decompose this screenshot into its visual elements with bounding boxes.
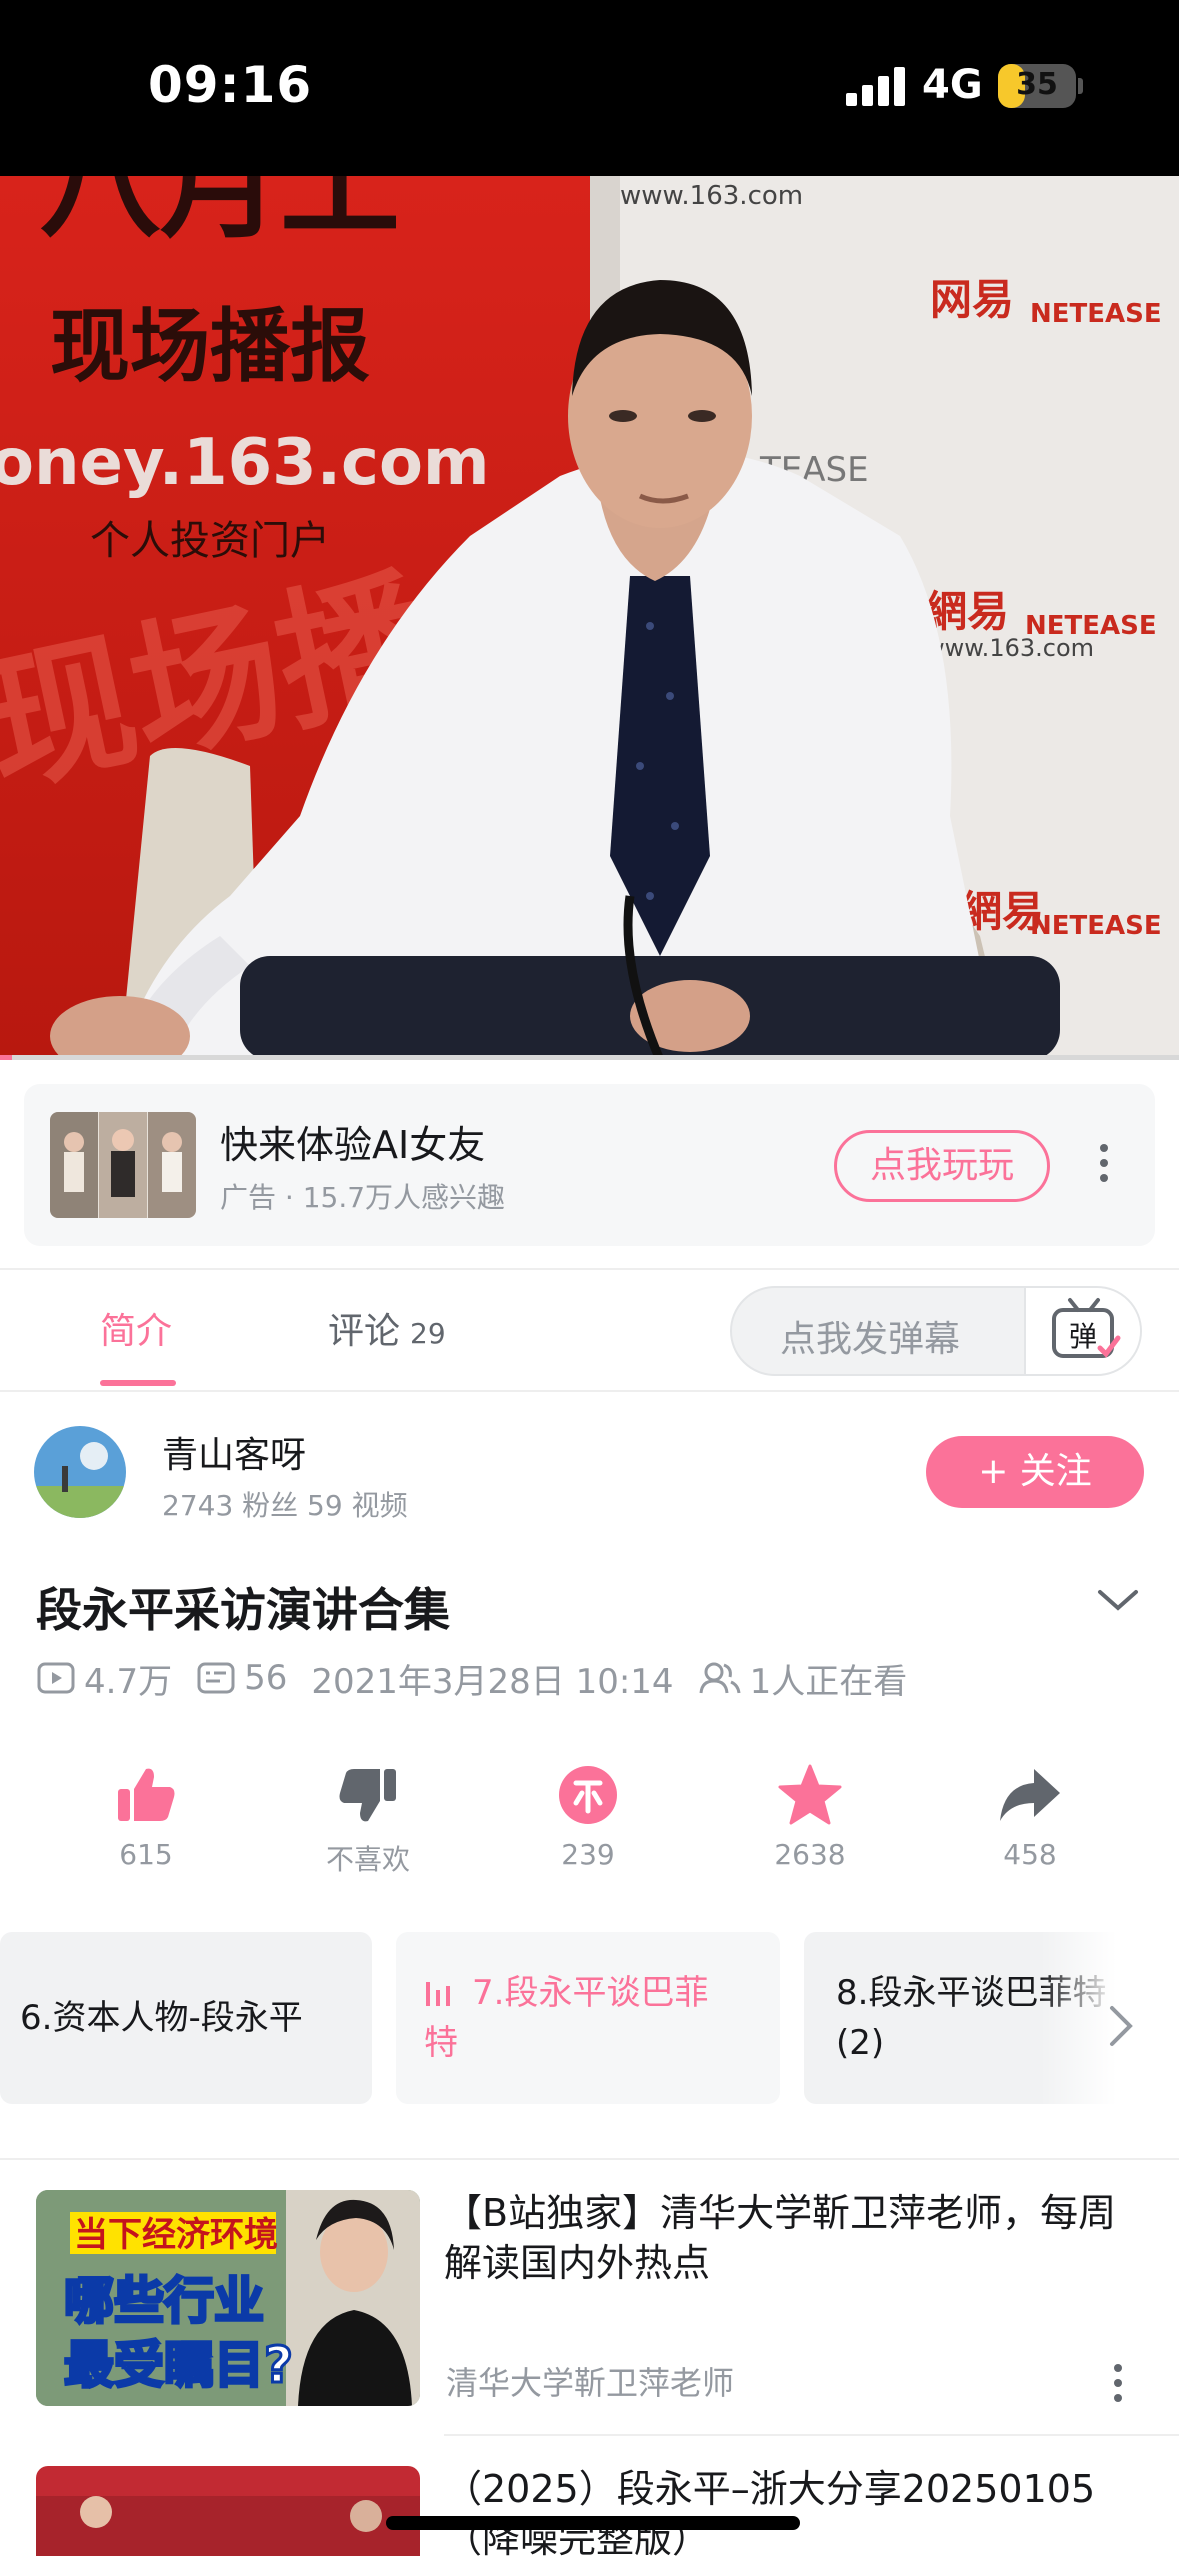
danmaku-toggle-button[interactable]: 弹 [1024, 1288, 1140, 1374]
playing-bars-icon [426, 1982, 450, 2006]
svg-text:網易: 網易 [925, 587, 1009, 636]
share-icon [950, 1760, 1110, 1830]
battery-icon: 35 [998, 64, 1076, 108]
tab-comments-label: 评论 [328, 1311, 401, 1352]
chevron-right-icon[interactable] [1106, 2004, 1136, 2052]
thumb-text: 最受瞩目? [64, 2336, 293, 2394]
view-count: 4.7万 [84, 1661, 173, 1702]
coin-count: 239 [561, 1838, 615, 1871]
episode-label-line2: 特 [424, 2023, 458, 2063]
star-icon [730, 1760, 890, 1830]
thumb-text: 哪些行业 [64, 2272, 264, 2330]
dislike-label: 不喜欢 [325, 1843, 410, 1876]
video-progress-bar[interactable] [0, 1055, 1179, 1060]
logo-url-2: www.163.com [925, 634, 1094, 662]
banner-text: 现场播报 [50, 299, 370, 393]
favorite-count: 2638 [774, 1838, 846, 1871]
logo-url: www.163.com [620, 181, 803, 211]
tab-comments-count: 29 [410, 1317, 446, 1350]
tab-intro-label: 简介 [100, 1311, 173, 1352]
author-name[interactable]: 青山客呀 [162, 1426, 306, 1478]
episode-item-active[interactable]: 7.段永平谈巴菲 特 [396, 1932, 780, 2104]
recommendation-thumbnail[interactable]: 当下经济环境 哪些行业 最受瞩目? [36, 2190, 420, 2406]
coin-button[interactable]: 239 [508, 1760, 668, 1871]
publish-datetime: 2021年3月28日 10:14 [311, 1661, 674, 1702]
recommendation-title[interactable]: （2025）段永平–浙大分享20250105（降噪完整版） [444, 2464, 1144, 2556]
watching-icon [699, 1662, 741, 1694]
progress-played [0, 1055, 12, 1060]
thumbs-down-icon [288, 1760, 448, 1830]
video-player[interactable]: 八月工 现场播报 oney.163.com 个人投资门户 现场播 www.163… [0, 176, 1179, 1060]
battery-percent: 35 [1016, 67, 1058, 102]
banner-subtitle: 个人投资门户 [90, 518, 330, 564]
svg-text:NETEASE: NETEASE [1030, 911, 1162, 941]
recommendation-author[interactable]: 清华大学靳卫萍老师 [446, 2358, 734, 2404]
network-type: 4G [922, 62, 983, 108]
coin-icon [508, 1760, 668, 1830]
divider [0, 2158, 1179, 2160]
danmaku-icon: 弹 [1052, 1298, 1121, 1358]
danmaku-count: 56 [244, 1658, 288, 1698]
more-icon[interactable] [1114, 2364, 1124, 2409]
video-frame: 八月工 现场播报 oney.163.com 个人投资门户 现场播 www.163… [0, 176, 1179, 1060]
play-count-icon [37, 1662, 75, 1694]
episode-label: 6.资本人物-段永平 [20, 1998, 303, 2038]
author-stats: 2743 粉丝 59 视频 [162, 1489, 408, 1522]
logo-netease-en: NETEASE [1030, 299, 1162, 329]
home-indicator [386, 2516, 800, 2530]
like-count: 615 [119, 1838, 173, 1871]
ad-play-button[interactable]: 点我玩玩 [834, 1130, 1050, 1202]
episode-label-line1: 7.段永平谈巴菲 [472, 1973, 709, 2013]
watching-count: 1人正在看 [749, 1661, 908, 1702]
danmaku-toggle-label: 弹 [1069, 1320, 1097, 1353]
divider [0, 1390, 1179, 1392]
ad-subtitle: 广告 · 15.7万人感兴趣 [220, 1181, 506, 1214]
ad-more-icon[interactable] [1100, 1144, 1110, 1189]
video-meta: 4.7万 56 2021年3月28日 10:14 1人正在看 [36, 1656, 931, 1702]
status-bar: 09:16 4G 35 [0, 0, 1179, 176]
logo-netease: 网易 [930, 275, 1014, 324]
dislike-button[interactable]: 不喜欢 [288, 1760, 448, 1878]
expand-chevron-icon[interactable] [1096, 1586, 1140, 1618]
tab-comments[interactable]: 评论 29 [328, 1302, 446, 1354]
recommendation-title[interactable]: 【B站独家】清华大学靳卫萍老师，每周解读国内外热点 [444, 2188, 1144, 2288]
ad-thumbnail[interactable] [50, 1112, 196, 1218]
recommendation-thumbnail[interactable] [36, 2466, 420, 2556]
divider [0, 1268, 1179, 1270]
like-button[interactable]: 615 [66, 1760, 226, 1871]
ad-title[interactable]: 快来体验AI女友 [220, 1114, 485, 1169]
video-title: 段永平采访演讲合集 [36, 1583, 450, 1637]
episode-item[interactable]: 6.资本人物-段永平 [0, 1932, 372, 2104]
favorite-button[interactable]: 2638 [730, 1760, 890, 1871]
danmaku-input[interactable]: 点我发弹幕 弹 [730, 1286, 1142, 1376]
follow-button[interactable]: + 关注 [926, 1436, 1144, 1508]
status-time: 09:16 [148, 56, 313, 114]
tab-underline [100, 1380, 176, 1386]
divider [444, 2434, 1179, 2436]
svg-text:八月工: 八月工 [40, 176, 400, 255]
danmaku-placeholder[interactable]: 点我发弹幕 [780, 1310, 960, 1362]
avatar[interactable] [34, 1426, 126, 1518]
signal-icon [846, 66, 906, 106]
ad-card[interactable]: 快来体验AI女友 广告 · 15.7万人感兴趣 点我玩玩 [24, 1084, 1155, 1246]
share-button[interactable]: 458 [950, 1760, 1110, 1871]
tab-intro[interactable]: 简介 [100, 1302, 172, 1354]
banner-url: oney.163.com [0, 426, 490, 500]
thumbs-up-icon [66, 1760, 226, 1830]
danmaku-count-icon [197, 1662, 235, 1694]
thumb-text: 当下经济环境 [74, 2215, 278, 2255]
battery-tip [1078, 78, 1083, 94]
share-count: 458 [1003, 1838, 1057, 1871]
